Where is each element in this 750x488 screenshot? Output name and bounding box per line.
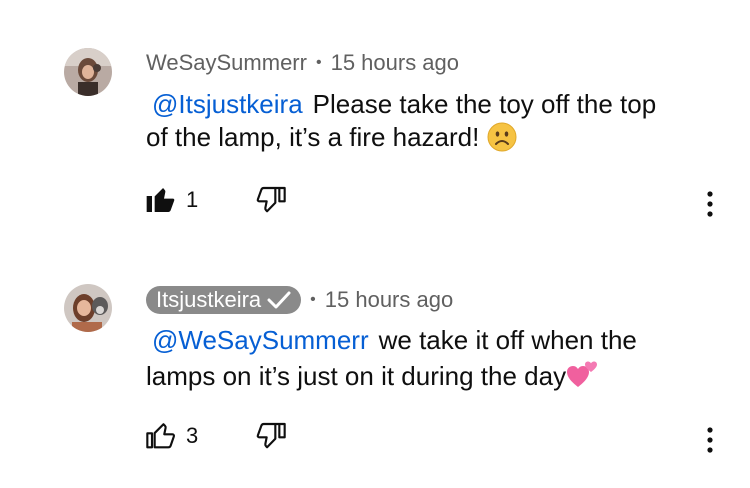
comment-text: @Itsjustkeira Please take the toy off the…	[146, 88, 726, 160]
like-count: 1	[186, 187, 199, 212]
checkmark-icon	[267, 290, 291, 310]
separator-dot: •	[310, 291, 316, 308]
comment-text: @WeSaySummerr we take it off when the lam…	[146, 324, 726, 399]
thumbs-up-icon	[146, 423, 176, 449]
more-vertical-icon	[707, 427, 713, 453]
avatar[interactable]	[64, 284, 112, 332]
creator-author-badge[interactable]: Itsjustkeira	[146, 286, 302, 314]
dislike-button[interactable]	[256, 184, 288, 221]
mention-link[interactable]: @Itsjustkeira	[152, 89, 303, 119]
separator-dot: •	[315, 54, 322, 71]
comment-meta: WeSaySummerr • 15 hours ago	[146, 50, 459, 76]
like-button[interactable]: 1	[144, 184, 198, 216]
comment-text-line: of the lamp, it’s a fire hazard!	[146, 122, 480, 152]
two-hearts-icon	[566, 357, 600, 399]
comment-text-line: we take it off when the	[378, 325, 637, 355]
dislike-button[interactable]	[256, 420, 288, 457]
frowning-face-icon	[487, 122, 517, 160]
comment-actions: 3	[144, 420, 744, 460]
comment-text-line: lamps on it’s just on it during the day	[146, 361, 567, 391]
thumbs-down-icon	[256, 186, 286, 213]
like-count: 3	[186, 423, 199, 448]
more-options-button[interactable]	[704, 426, 716, 459]
comment-text-line: Please take the toy off the top	[312, 89, 657, 119]
more-options-button[interactable]	[704, 190, 716, 223]
like-button[interactable]: 3	[144, 420, 198, 452]
mention-link[interactable]: @WeSaySummerr	[152, 325, 369, 355]
more-vertical-icon	[707, 191, 713, 217]
comment-author: Itsjustkeira	[156, 287, 262, 312]
thumbs-up-filled-icon	[146, 188, 175, 212]
comment-meta: Itsjustkeira • 15 hours ago	[146, 286, 453, 314]
thumbs-down-icon	[256, 422, 286, 449]
avatar[interactable]	[64, 48, 112, 96]
comment-time[interactable]: 15 hours ago	[325, 287, 453, 313]
comment-time[interactable]: 15 hours ago	[331, 50, 459, 76]
comment-author[interactable]: WeSaySummerr	[146, 50, 307, 76]
comment-actions: 1	[144, 184, 744, 224]
